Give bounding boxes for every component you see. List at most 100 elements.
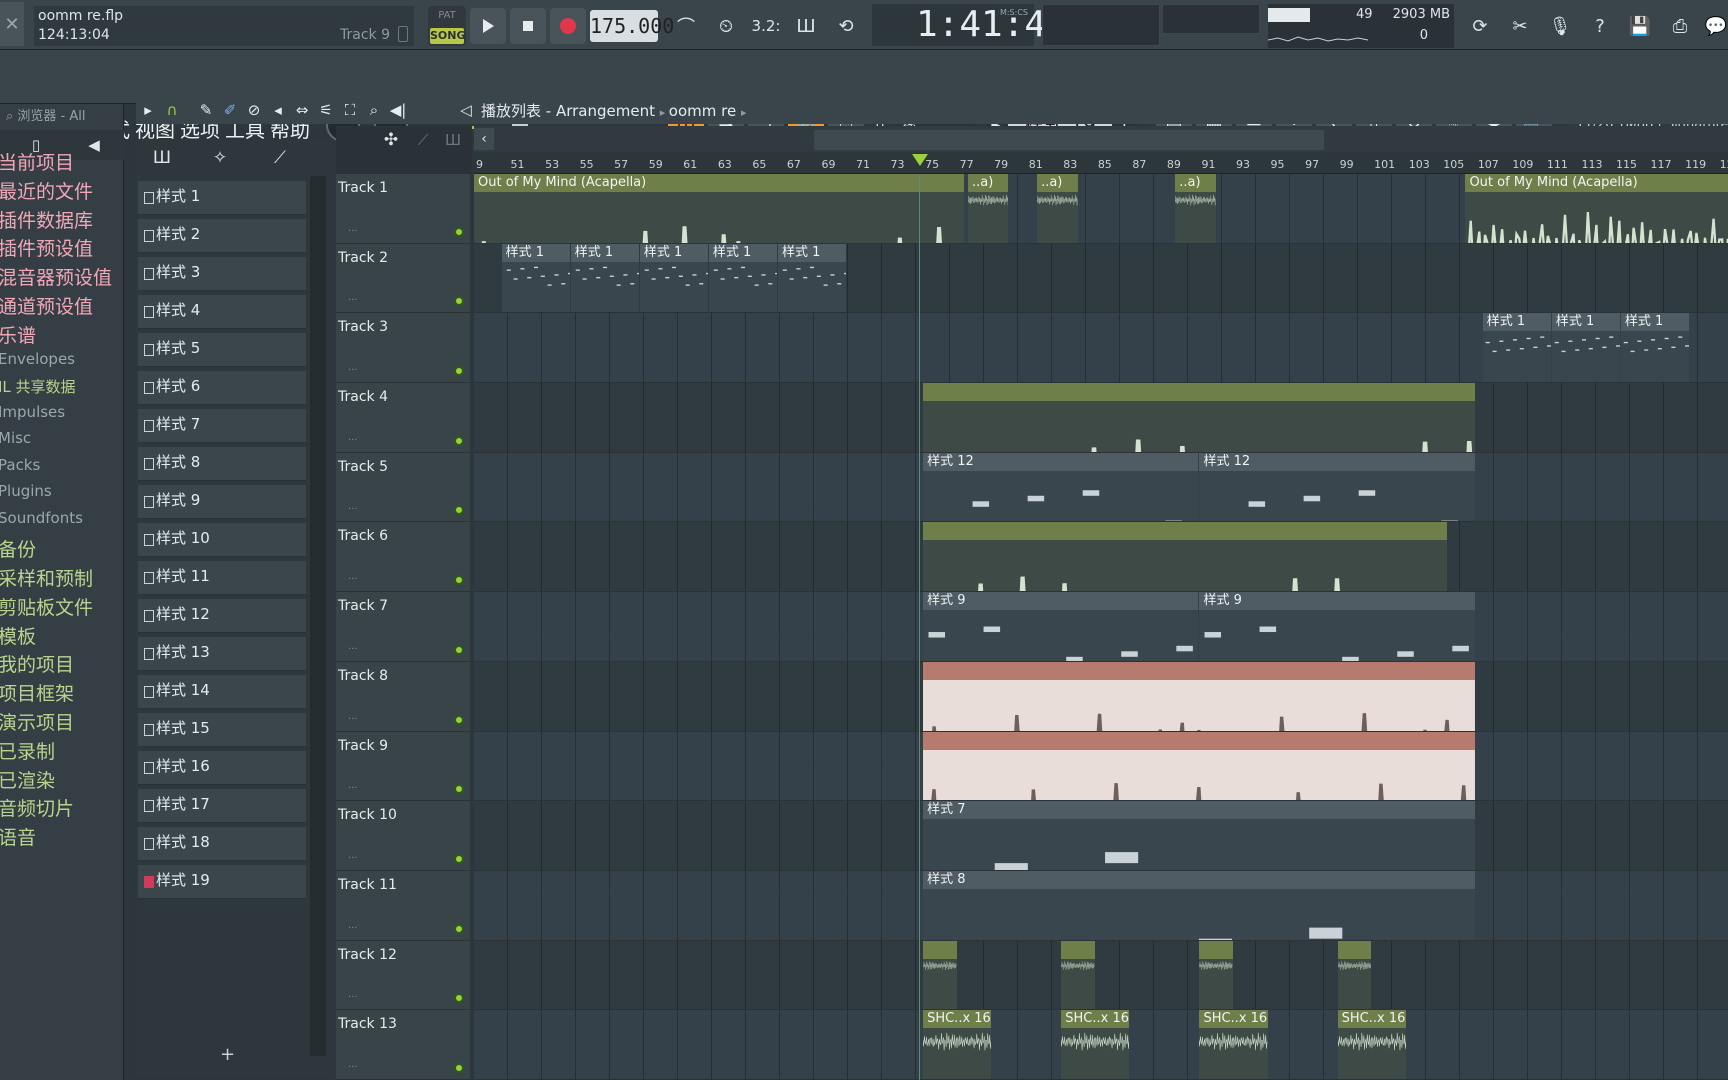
- track-lane[interactable]: [474, 661, 1728, 732]
- track-grip-icon[interactable]: ···: [348, 714, 358, 725]
- save-icon[interactable]: 💾: [1622, 8, 1658, 44]
- track-header[interactable]: Track 9 ···: [336, 731, 470, 802]
- pattern-item[interactable]: 样式 5: [138, 333, 306, 367]
- pattern-item[interactable]: 样式 7: [138, 409, 306, 443]
- overview-thumb[interactable]: [814, 130, 1324, 150]
- browser-item[interactable]: 备份: [0, 535, 36, 562]
- track-grip-icon[interactable]: ···: [348, 644, 358, 655]
- browser-item[interactable]: 模板: [0, 622, 36, 649]
- audio-clip[interactable]: SHC..x 16: [923, 1010, 992, 1079]
- chat-icon[interactable]: 💬: [1698, 8, 1728, 44]
- track-lane[interactable]: 样式 8: [474, 870, 1728, 941]
- audio-clip[interactable]: [923, 661, 1475, 731]
- audio-clip[interactable]: [923, 383, 1475, 452]
- playlist-menu-arrow-icon[interactable]: ▸: [136, 96, 160, 124]
- pattern-clip[interactable]: 样式 1: [1551, 313, 1620, 383]
- audio-clip[interactable]: [923, 522, 1448, 592]
- browser-item[interactable]: 剪贴板文件: [0, 593, 93, 620]
- track-lane[interactable]: 样式 9 样式 9: [474, 592, 1728, 662]
- browser-item[interactable]: 我的项目: [0, 650, 74, 677]
- browser-item[interactable]: 项目框架: [0, 679, 74, 706]
- track-lane[interactable]: [474, 522, 1728, 593]
- playhead-marker[interactable]: [912, 154, 928, 166]
- pattern-clip[interactable]: 样式 1: [708, 243, 777, 313]
- audio-clip[interactable]: [1199, 940, 1233, 1010]
- track-mute-led[interactable]: [454, 366, 464, 377]
- track-mute-led[interactable]: [454, 853, 464, 864]
- track-lane[interactable]: SHC..x 16 SHC..x 16 SHC..x 16 SHC..x 16: [474, 1010, 1728, 1080]
- browser-item[interactable]: Misc: [0, 429, 31, 447]
- track-lane[interactable]: 样式 1 样式 1 样式 1 样式 1 样式 1: [474, 243, 1728, 314]
- loop-record-icon[interactable]: ⟲: [828, 8, 864, 44]
- browser-item[interactable]: 通道预设值: [0, 292, 93, 319]
- pattern-clip[interactable]: 样式 9: [1199, 592, 1475, 661]
- song-time-display[interactable]: 1:41:48 M:S:CS: [872, 4, 1068, 46]
- automation-icon[interactable]: ⟋: [266, 146, 294, 170]
- track-header[interactable]: Track 8 ···: [336, 661, 470, 732]
- track-header[interactable]: Track 10 ···: [336, 801, 470, 871]
- browser-item[interactable]: 插件数据库: [0, 206, 93, 233]
- audio-clip[interactable]: Out of My Mind (Acapella): [1465, 174, 1728, 243]
- pattern-item[interactable]: 样式 19: [138, 865, 306, 899]
- pattern-item[interactable]: 样式 15: [138, 713, 306, 747]
- track-mute-led[interactable]: [454, 296, 464, 307]
- browser-item[interactable]: 插件预设值: [0, 234, 93, 261]
- slice-tool-icon[interactable]: ⚟: [314, 96, 338, 124]
- add-pattern-button[interactable]: +: [220, 1044, 235, 1065]
- browser-item[interactable]: Plugins: [0, 482, 52, 500]
- track-mute-led[interactable]: [454, 644, 464, 655]
- browser-item[interactable]: 已渲染: [0, 766, 55, 793]
- track-grip-icon[interactable]: ···: [348, 1062, 358, 1073]
- browser-item[interactable]: 最近的文件: [0, 177, 93, 204]
- countdown-icon[interactable]: 3.2:: [748, 8, 784, 44]
- audio-clip[interactable]: [923, 731, 1475, 801]
- tempo-display[interactable]: 175.000: [590, 10, 674, 42]
- pattern-clip[interactable]: 样式 9: [923, 592, 1199, 661]
- pattern-clip[interactable]: 样式 1: [778, 243, 847, 313]
- audio-clip[interactable]: ..a): [968, 174, 1009, 243]
- step-edit-icon[interactable]: Ш: [788, 8, 824, 44]
- track-mute-led[interactable]: [454, 1062, 464, 1073]
- track-grip-icon[interactable]: ···: [348, 226, 358, 237]
- pattern-clip[interactable]: 样式 1: [1620, 313, 1689, 383]
- track-header[interactable]: Track 7 ···: [336, 592, 470, 662]
- browser-item[interactable]: 音频切片: [0, 794, 74, 821]
- pattern-item[interactable]: 样式 14: [138, 675, 306, 709]
- browser-item[interactable]: Soundfonts: [0, 509, 83, 527]
- picker-scrollbar[interactable]: [310, 176, 326, 1056]
- track-mute-led[interactable]: [454, 575, 464, 586]
- play-button[interactable]: [470, 8, 506, 44]
- record-button[interactable]: [550, 8, 586, 44]
- pattern-item[interactable]: 样式 4: [138, 295, 306, 329]
- automation-icon[interactable]: ⟋: [410, 128, 436, 152]
- stop-button[interactable]: [510, 8, 546, 44]
- pattern-clip[interactable]: 样式 7: [923, 801, 1475, 870]
- pattern-item[interactable]: 样式 10: [138, 523, 306, 557]
- speaker-toggle-icon[interactable]: ◁: [454, 96, 478, 124]
- track-grip-icon[interactable]: ···: [348, 923, 358, 934]
- scroll-left-icon[interactable]: ‹: [474, 128, 494, 150]
- track-grip-icon[interactable]: ···: [348, 992, 358, 1003]
- pattern-clip[interactable]: 样式 1: [639, 243, 708, 313]
- select-tool-icon[interactable]: ⛶: [338, 96, 362, 124]
- close-window-icon[interactable]: ✕: [0, 2, 24, 46]
- audio-clip[interactable]: ..a): [1037, 174, 1078, 243]
- pattern-icon[interactable]: Ш: [440, 128, 466, 152]
- pattern-item[interactable]: 样式 6: [138, 371, 306, 405]
- track-grip-icon[interactable]: ···: [348, 435, 358, 446]
- pattern-item[interactable]: 样式 17: [138, 789, 306, 823]
- search-icon[interactable]: ⌕: [6, 109, 17, 124]
- track-grip-icon[interactable]: ···: [348, 783, 358, 794]
- audio-clip[interactable]: [1061, 940, 1095, 1010]
- track-header[interactable]: Track 13 ···: [336, 1010, 470, 1080]
- pattern-item[interactable]: 样式 18: [138, 827, 306, 861]
- track-grip-icon[interactable]: ···: [348, 295, 358, 306]
- track-grip-icon[interactable]: ···: [348, 853, 358, 864]
- pattern-clip[interactable]: 样式 8: [923, 870, 1475, 940]
- metronome-icon[interactable]: ⌒: [668, 8, 704, 44]
- track-mute-led[interactable]: [454, 784, 464, 795]
- track-mute-led[interactable]: [454, 923, 464, 934]
- microphone-icon[interactable]: 🎙: [1542, 8, 1578, 44]
- audio-clip[interactable]: ..a): [1175, 174, 1216, 243]
- magnet-snap-icon[interactable]: ∩: [160, 96, 184, 124]
